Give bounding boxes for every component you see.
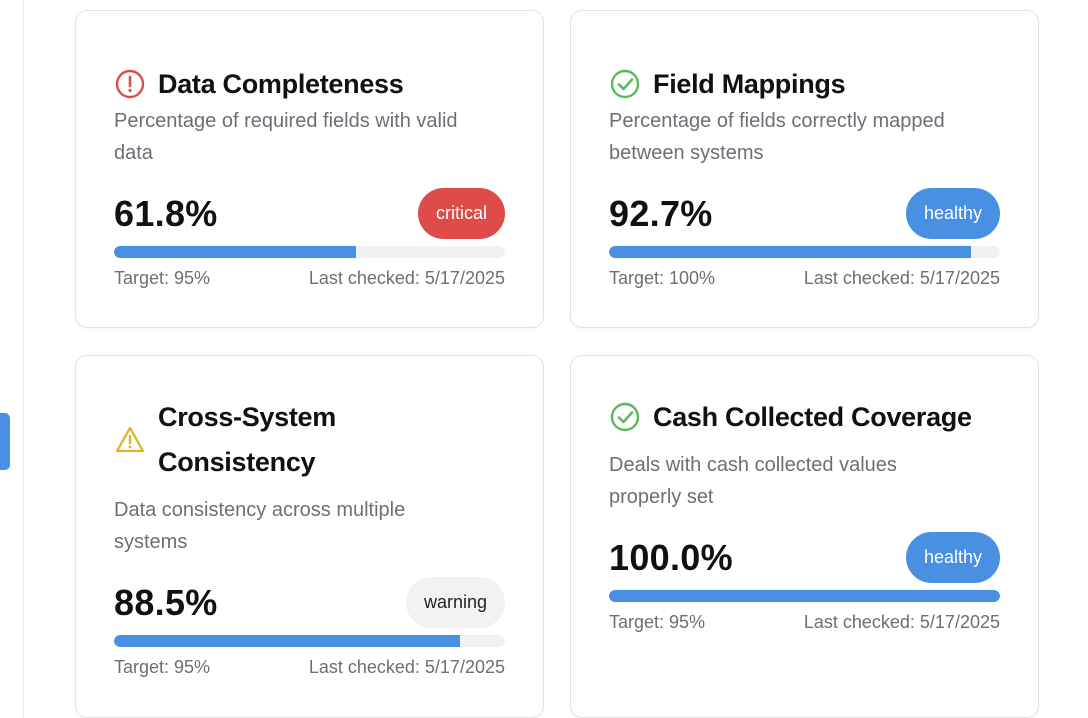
check-circle-icon [609,68,641,100]
progress-fill [114,635,461,647]
last-checked-label: Last checked: 5/17/2025 [308,268,505,288]
last-checked-label: Last checked: 5/17/2025 [308,657,505,677]
progress-bar [114,246,505,258]
card-title: Cross-System Consistency [158,402,336,477]
meta-row: Target: 95% Last checked: 5/17/2025 [114,268,505,289]
last-checked-label: Last checked: 5/17/2025 [803,612,1000,632]
last-checked-label: Last checked: 5/17/2025 [803,268,1000,288]
progress-fill [609,246,972,258]
status-badge: healthy [905,532,1000,583]
target-label: Target: 95% [114,268,211,288]
check-circle-icon [609,401,641,433]
status-badge: warning [405,577,505,628]
metric-card-data-completeness: Data Completeness Percentage of required… [75,10,544,328]
metric-card-cross-system-consistency: Cross-System Consistency Data consistenc… [75,355,544,718]
alert-circle-icon [114,68,146,100]
status-badge: critical [417,188,505,239]
warning-triangle-icon [114,424,146,456]
card-title: Cash Collected Coverage [653,402,972,432]
meta-row: Target: 95% Last checked: 5/17/2025 [609,612,1000,633]
progress-bar [609,590,1000,602]
sidebar-active-indicator[interactable] [0,413,10,470]
progress-fill [114,246,356,258]
card-title: Data Completeness [158,69,404,99]
progress-bar [114,635,505,647]
card-header: Field Mappings [609,62,846,107]
metric-value: 92.7% [609,193,713,234]
target-label: Target: 95% [114,657,211,677]
target-label: Target: 95% [609,612,706,632]
meta-row: Target: 100% Last checked: 5/17/2025 [609,268,1000,289]
metric-card-field-mappings: Field Mappings Percentage of fields corr… [570,10,1039,328]
card-description: Deals with cash collected values properl… [609,454,897,508]
metric-value: 100.0% [609,537,733,578]
card-description: Percentage of required fields with valid… [114,110,458,164]
metric-card-cash-collected-coverage: Cash Collected Coverage Deals with cash … [570,355,1039,718]
target-label: Target: 100% [609,268,716,288]
status-badge: healthy [905,188,1000,239]
meta-row: Target: 95% Last checked: 5/17/2025 [114,657,505,678]
progress-bar [609,246,1000,258]
card-description: Percentage of fields correctly mapped be… [609,110,945,164]
metric-value: 61.8% [114,193,218,234]
card-header: Data Completeness [114,62,404,107]
progress-fill [609,590,1000,602]
metric-value: 88.5% [114,582,218,623]
card-description: Data consistency across multiple systems [114,499,406,553]
card-header: Cash Collected Coverage [609,395,972,440]
sidebar-edge [0,0,24,718]
card-title: Field Mappings [653,69,846,99]
card-header: Cross-System Consistency [114,395,378,485]
